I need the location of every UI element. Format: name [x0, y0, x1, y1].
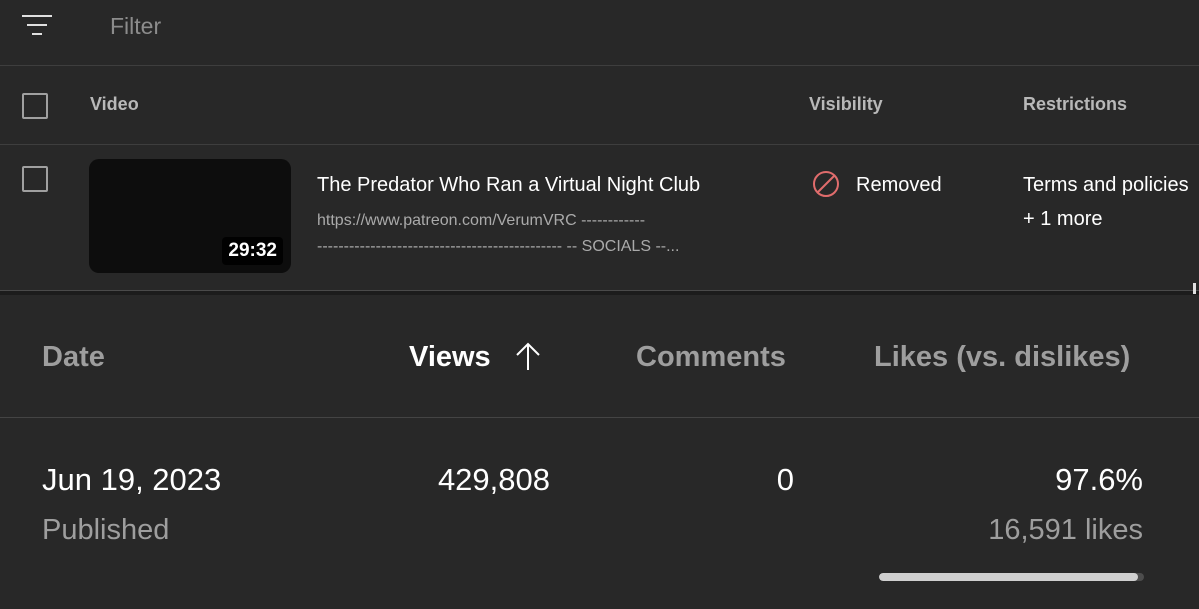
description-line-2: ----------------------------------------… — [317, 238, 680, 255]
removed-block-icon — [813, 171, 839, 197]
video-description: https://www.patreon.com/VerumVRC -------… — [317, 208, 742, 260]
table-header: Video Visibility Restrictions — [0, 66, 1199, 145]
video-title[interactable]: The Predator Who Ran a Virtual Night Clu… — [317, 174, 700, 197]
video-duration: 29:32 — [222, 237, 283, 265]
scroll-marker — [1193, 283, 1196, 294]
table-row: 29:32 The Predator Who Ran a Virtual Nig… — [0, 145, 1199, 288]
header-video[interactable]: Video — [90, 94, 139, 115]
row-checkbox[interactable] — [22, 166, 48, 192]
filter-bar — [0, 0, 1199, 66]
likes-percent: 97.6% — [1055, 462, 1143, 497]
restrictions-status[interactable]: Terms and policies — [1023, 174, 1199, 197]
restrictions-more[interactable]: + 1 more — [1023, 208, 1102, 231]
likes-count: 16,591 likes — [988, 514, 1143, 546]
panel-divider — [0, 290, 1199, 295]
header-visibility[interactable]: Visibility — [809, 94, 883, 115]
analytics-header: Date Views Comments Likes (vs. dislikes) — [0, 296, 1199, 418]
arrow-up-icon[interactable] — [513, 340, 543, 372]
visibility-status[interactable]: Removed — [856, 174, 942, 197]
filter-sort-icon[interactable] — [22, 12, 52, 38]
views-count: 429,808 — [437, 462, 550, 497]
header-views[interactable]: Views — [409, 341, 491, 374]
filter-input[interactable] — [108, 8, 512, 44]
likes-ratio-fill — [879, 573, 1138, 581]
header-restrictions[interactable]: Restrictions — [1023, 94, 1127, 115]
header-date[interactable]: Date — [42, 341, 105, 374]
publish-label: Published — [42, 514, 170, 546]
studio-content-page: Video Visibility Restrictions 29:32 The … — [0, 0, 1199, 609]
analytics-row: Jun 19, 2023 Published 429,808 0 97.6% 1… — [0, 418, 1199, 609]
header-likes[interactable]: Likes (vs. dislikes) — [874, 341, 1130, 374]
description-line-1: https://www.patreon.com/VerumVRC -------… — [317, 212, 646, 229]
publish-date: Jun 19, 2023 — [42, 462, 222, 497]
video-thumbnail[interactable]: 29:32 — [89, 159, 291, 273]
comments-count: 0 — [776, 462, 794, 497]
likes-ratio-bar — [879, 573, 1144, 581]
header-comments[interactable]: Comments — [636, 341, 786, 374]
select-all-checkbox[interactable] — [22, 93, 48, 119]
